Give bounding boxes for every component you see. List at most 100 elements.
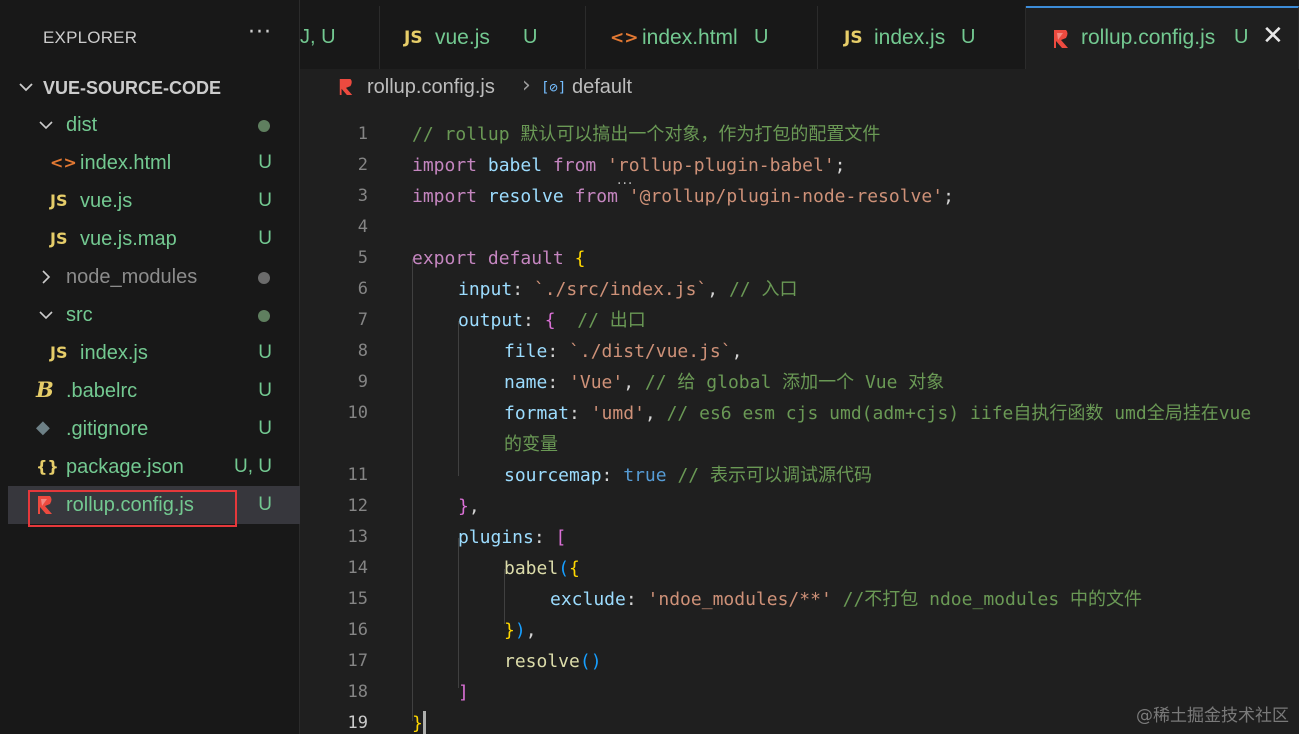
line-number: 4 bbox=[357, 217, 368, 237]
git-status: U bbox=[258, 190, 272, 211]
tab-index-html[interactable]: <> index.html U bbox=[586, 6, 818, 69]
tab-status: U bbox=[961, 26, 976, 48]
explorer-sidebar: EXPLORER ··· VUE-SOURCE-CODE dist <> ind… bbox=[8, 0, 300, 734]
js-file-icon: JS bbox=[50, 229, 68, 248]
tab-status: J, U bbox=[300, 26, 336, 48]
line-number-current: 19 bbox=[347, 713, 368, 733]
tab-rollup-config[interactable]: rollup.config.js U ✕ bbox=[1026, 6, 1299, 69]
code-line-7: output: { // 出口 bbox=[458, 310, 646, 331]
symbol-variable-icon: [⊘] bbox=[541, 80, 567, 96]
tab-status: U bbox=[523, 26, 538, 48]
hover-hint-dots: ... bbox=[617, 172, 634, 188]
indent-guide bbox=[458, 321, 459, 476]
tab-label: vue.js bbox=[435, 26, 490, 49]
code-editor[interactable]: 1 2 3 4 5 6 7 8 9 10 11 12 13 14 15 16 1… bbox=[300, 109, 1299, 734]
chevron-down-icon bbox=[38, 117, 54, 133]
tab-vue-js[interactable]: JS vue.js U bbox=[380, 6, 586, 69]
watermark: @稀土掘金技术社区 bbox=[1136, 706, 1289, 726]
code-line-8: file: `./dist/vue.js`, bbox=[504, 341, 743, 362]
file-name: index.html bbox=[80, 152, 172, 174]
code-line-1: // rollup 默认可以搞出一个对象，作为打包的配置文件 bbox=[412, 124, 881, 145]
line-number: 15 bbox=[347, 589, 368, 609]
git-status: U bbox=[258, 380, 272, 401]
line-number: 11 bbox=[347, 465, 368, 485]
line-number: 7 bbox=[357, 310, 368, 330]
tree-file-babelrc[interactable]: B .babelrc U bbox=[8, 372, 300, 410]
code-line-13: plugins: [ bbox=[458, 527, 567, 548]
js-file-icon: JS bbox=[844, 28, 863, 48]
tab-bar: J, U JS vue.js U <> index.html U JS inde… bbox=[300, 0, 1299, 69]
tab-status: U bbox=[754, 26, 769, 48]
tree-file-package-json[interactable]: {} package.json U, U bbox=[8, 448, 300, 486]
tab-index-js[interactable]: JS index.js U bbox=[818, 6, 1026, 69]
line-number: 6 bbox=[357, 279, 368, 299]
folder-name: node_modules bbox=[66, 266, 198, 288]
git-status: U bbox=[258, 418, 272, 439]
chevron-right-icon bbox=[38, 269, 54, 285]
close-icon[interactable]: ✕ bbox=[1262, 21, 1284, 51]
file-name: vue.js.map bbox=[80, 228, 177, 250]
tree-folder-dist[interactable]: dist bbox=[8, 106, 300, 144]
line-number: 1 bbox=[357, 124, 368, 144]
code-line-17: resolve() bbox=[504, 651, 602, 672]
explorer-title: EXPLORER bbox=[43, 28, 138, 47]
code-line-9: name: 'Vue', // 给 global 添加一个 Vue 对象 bbox=[504, 372, 945, 393]
code-line-10-wrap: 的变量 bbox=[504, 434, 558, 455]
chevron-down-icon bbox=[18, 79, 34, 95]
chevron-down-icon bbox=[38, 307, 54, 323]
activity-strip bbox=[0, 0, 8, 734]
line-number: 3 bbox=[357, 186, 368, 206]
root-folder-name: VUE-SOURCE-CODE bbox=[43, 78, 222, 98]
file-name: package.json bbox=[66, 456, 184, 478]
tree-folder-node-modules[interactable]: node_modules bbox=[8, 258, 300, 296]
js-file-icon: JS bbox=[50, 343, 68, 362]
ignored-dot-icon bbox=[258, 272, 270, 284]
line-number: 2 bbox=[357, 155, 368, 175]
explorer-header: EXPLORER ··· bbox=[8, 0, 300, 76]
breadcrumb-file[interactable]: rollup.config.js bbox=[367, 76, 495, 99]
indent-guide bbox=[412, 259, 413, 721]
folder-name: dist bbox=[66, 114, 98, 136]
tab-status: U bbox=[1234, 26, 1249, 48]
babel-file-icon: B bbox=[36, 377, 54, 402]
line-number-gutter: 1 2 3 4 5 6 7 8 9 10 11 12 13 14 15 16 1… bbox=[300, 109, 380, 734]
code-line-5: export default { bbox=[412, 248, 586, 269]
code-line-3: import resolve from '@rollup/plugin-node… bbox=[412, 186, 954, 207]
tab-label: rollup.config.js bbox=[1081, 26, 1216, 49]
breadcrumb-symbol[interactable]: default bbox=[572, 76, 632, 99]
line-number: 17 bbox=[347, 651, 368, 671]
modified-dot-icon bbox=[258, 120, 270, 132]
file-name: index.js bbox=[80, 342, 148, 364]
more-actions-icon[interactable]: ··· bbox=[248, 20, 272, 45]
code-line-18: ] bbox=[458, 682, 469, 703]
tree-file-index-html[interactable]: <> index.html U bbox=[8, 144, 300, 182]
folder-name: src bbox=[66, 304, 93, 326]
line-number: 13 bbox=[347, 527, 368, 547]
file-name: vue.js bbox=[80, 190, 133, 212]
tab-label: index.html bbox=[642, 26, 738, 49]
file-name: .gitignore bbox=[66, 418, 149, 440]
tree-folder-src[interactable]: src bbox=[8, 296, 300, 334]
tree-file-index-js[interactable]: JS index.js U bbox=[8, 334, 300, 372]
html-file-icon: <> bbox=[610, 28, 639, 48]
text-cursor bbox=[423, 711, 426, 734]
json-file-icon: {} bbox=[36, 457, 59, 476]
js-file-icon: JS bbox=[50, 191, 68, 210]
git-status: U bbox=[258, 342, 272, 363]
code-line-14: babel({ bbox=[504, 558, 580, 579]
tree-file-vue-js-map[interactable]: JS vue.js.map U bbox=[8, 220, 300, 258]
code-line-11: sourcemap: true // 表示可以调试源代码 bbox=[504, 465, 872, 486]
tree-file-vue-js[interactable]: JS vue.js U bbox=[8, 182, 300, 220]
git-status: U bbox=[258, 228, 272, 249]
js-file-icon: JS bbox=[404, 28, 423, 48]
tree-root-folder[interactable]: VUE-SOURCE-CODE bbox=[8, 68, 300, 106]
line-number: 14 bbox=[347, 558, 368, 578]
tab-partial[interactable]: J, U bbox=[300, 6, 380, 69]
code-line-15: exclude: 'ndoe_modules/**' //不打包 ndoe_mo… bbox=[550, 589, 1143, 610]
git-status: U, U bbox=[234, 456, 272, 477]
line-number: 16 bbox=[347, 620, 368, 640]
file-name: .babelrc bbox=[66, 380, 138, 402]
code-line-16: }), bbox=[504, 620, 537, 641]
tree-file-gitignore[interactable]: ◆ .gitignore U bbox=[8, 410, 300, 448]
code-line-10: format: 'umd', // es6 esm cjs umd(adm+cj… bbox=[504, 403, 1252, 424]
